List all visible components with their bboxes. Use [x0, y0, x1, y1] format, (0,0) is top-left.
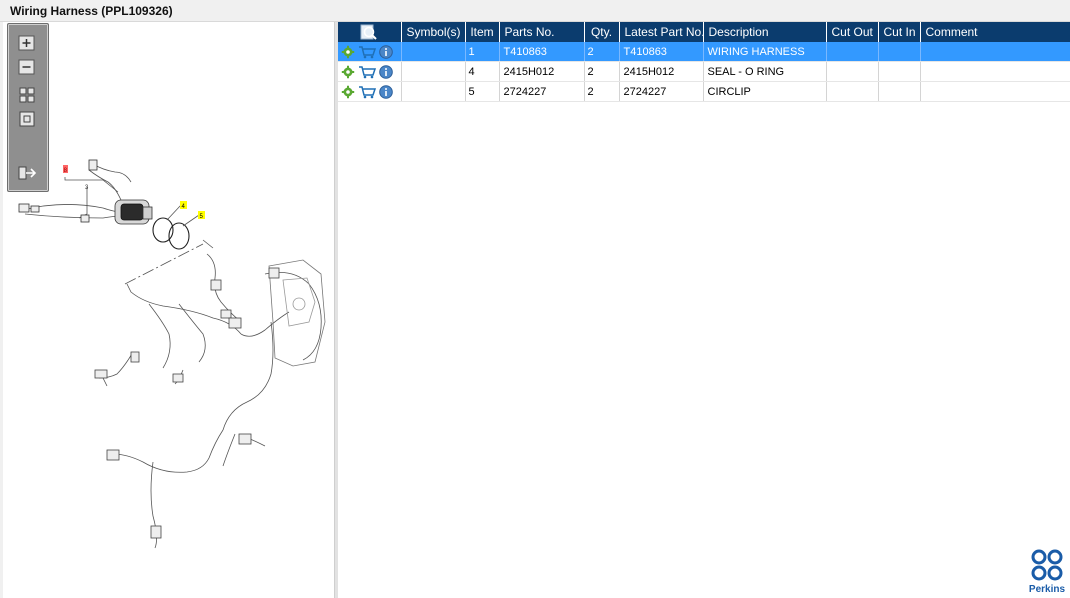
- zoom-in-button[interactable]: [16, 34, 38, 52]
- cell-latest-part-no: 2415H012: [619, 61, 704, 82]
- fit-all-button[interactable]: [16, 86, 38, 104]
- cell-cut-in: [878, 42, 921, 62]
- drawing-toolbox: [7, 23, 49, 192]
- cell-qty: 2: [584, 61, 620, 82]
- table-row[interactable]: 4 2415H012 2 2415H012 SEAL - O RING: [338, 61, 1070, 82]
- col-qty[interactable]: Qty.: [584, 22, 620, 42]
- cell-description: WIRING HARNESS: [703, 42, 827, 62]
- table-row[interactable]: 1 T410863 2 T410863 WIRING HARNESS: [338, 42, 1070, 62]
- add-to-cart-icon[interactable]: [358, 85, 376, 99]
- table-header-row: Symbol(s) Item Parts No. Qty. Latest Par…: [338, 22, 1070, 42]
- cell-description: CIRCLIP: [703, 81, 827, 102]
- col-symbols[interactable]: Symbol(s): [401, 22, 466, 42]
- details-gear-icon[interactable]: [341, 65, 355, 79]
- cell-symbols: [401, 42, 466, 62]
- title-bar: Wiring Harness (PPL109326): [0, 0, 1070, 22]
- parts-table: Symbol(s) Item Parts No. Qty. Latest Par…: [338, 22, 1070, 102]
- add-to-cart-icon[interactable]: [358, 45, 376, 59]
- cell-item: 4: [465, 61, 500, 82]
- col-cut-out[interactable]: Cut Out: [826, 22, 879, 42]
- cell-comment: [920, 81, 1070, 102]
- cell-latest-part-no: T410863: [619, 42, 704, 62]
- actual-size-button[interactable]: [16, 110, 38, 128]
- perkins-logo: Perkins: [1026, 548, 1068, 596]
- col-cut-in[interactable]: Cut In: [878, 22, 921, 42]
- add-to-cart-icon[interactable]: [358, 65, 376, 79]
- info-icon[interactable]: [379, 64, 393, 79]
- cell-parts-no: 2415H012: [499, 61, 585, 82]
- export-arrow-icon: [18, 166, 37, 180]
- zoom-in-icon: [18, 35, 35, 51]
- cell-cut-in: [878, 61, 921, 82]
- cell-item: 1: [465, 42, 500, 62]
- col-actions[interactable]: [338, 22, 402, 42]
- cell-comment: [920, 42, 1070, 62]
- details-gear-icon[interactable]: [341, 45, 355, 59]
- cell-qty: 2: [584, 81, 620, 102]
- cell-cut-out: [826, 42, 879, 62]
- cell-parts-no: 2724227: [499, 81, 585, 102]
- callout-3[interactable]: 3: [85, 185, 89, 191]
- col-latest-part-no[interactable]: Latest Part No.: [619, 22, 705, 42]
- brand-name: Perkins: [1028, 584, 1066, 595]
- cell-symbols: [401, 61, 466, 82]
- cell-description: SEAL - O RING: [703, 61, 827, 82]
- col-item[interactable]: Item: [465, 22, 500, 42]
- perkins-emblem-icon: [1031, 549, 1063, 581]
- table-row[interactable]: 5 2724227 2 2724227 CIRCLIP: [338, 81, 1070, 102]
- fit-all-icon: [19, 87, 35, 103]
- info-icon[interactable]: [379, 44, 393, 59]
- window-title: Wiring Harness (PPL109326): [10, 4, 173, 18]
- cell-actions: [338, 81, 402, 102]
- cell-item: 5: [465, 81, 500, 102]
- drawing-pane[interactable]: 8 3 4 5: [3, 22, 335, 598]
- cell-parts-no: T410863: [499, 42, 585, 62]
- info-icon[interactable]: [379, 84, 393, 99]
- exploded-drawing: 8 3 4 5: [18, 159, 326, 549]
- zoom-out-icon: [18, 59, 35, 75]
- export-button[interactable]: [16, 164, 38, 182]
- details-gear-icon[interactable]: [341, 85, 355, 99]
- cell-actions: [338, 42, 402, 62]
- cell-cut-in: [878, 81, 921, 102]
- cell-qty: 2: [584, 42, 620, 62]
- cell-symbols: [401, 81, 466, 102]
- col-comment[interactable]: Comment: [920, 22, 1070, 42]
- cell-comment: [920, 61, 1070, 82]
- cell-latest-part-no: 2724227: [619, 81, 704, 102]
- search-list-icon: [360, 24, 377, 40]
- zoom-out-button[interactable]: [16, 58, 38, 76]
- cell-cut-out: [826, 81, 879, 102]
- col-parts-no[interactable]: Parts No.: [499, 22, 585, 42]
- actual-size-icon: [19, 111, 35, 127]
- parts-list-pane: Symbol(s) Item Parts No. Qty. Latest Par…: [338, 22, 1070, 598]
- col-description[interactable]: Description: [703, 22, 827, 42]
- cell-cut-out: [826, 61, 879, 82]
- cell-actions: [338, 61, 402, 82]
